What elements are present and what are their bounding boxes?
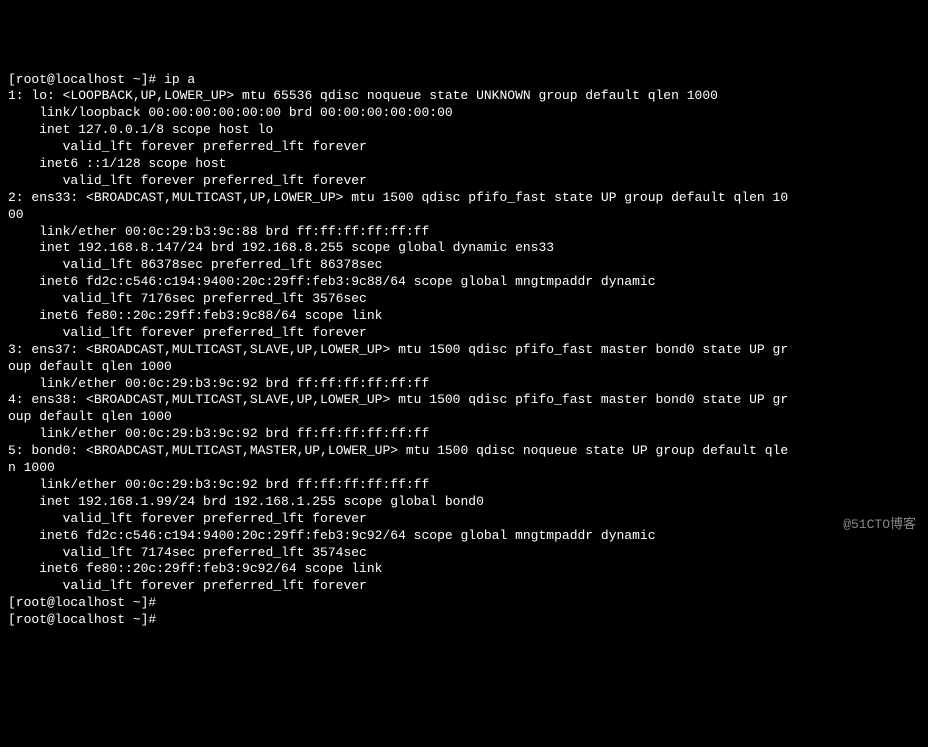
output-line: inet 192.168.8.147/24 brd 192.168.8.255 … — [8, 240, 554, 255]
output-line: link/ether 00:0c:29:b3:9c:88 brd ff:ff:f… — [8, 224, 429, 239]
output-line: valid_lft forever preferred_lft forever — [8, 173, 367, 188]
output-line: inet6 fe80::20c:29ff:feb3:9c92/64 scope … — [8, 561, 382, 576]
output-line: inet6 fd2c:c546:c194:9400:20c:29ff:feb3:… — [8, 274, 656, 289]
output-line: valid_lft 7176sec preferred_lft 3576sec — [8, 291, 367, 306]
output-line: valid_lft forever preferred_lft forever — [8, 139, 367, 154]
shell-prompt-line: [root@localhost ~]# ip a — [8, 72, 195, 87]
output-line: n 1000 — [8, 460, 55, 475]
output-line: inet 127.0.0.1/8 scope host lo — [8, 122, 273, 137]
output-line: inet6 ::1/128 scope host — [8, 156, 226, 171]
terminal-output[interactable]: [root@localhost ~]# ip a 1: lo: <LOOPBAC… — [8, 72, 920, 629]
output-line: oup default qlen 1000 — [8, 359, 172, 374]
output-line: link/ether 00:0c:29:b3:9c:92 brd ff:ff:f… — [8, 376, 429, 391]
output-line: valid_lft forever preferred_lft forever — [8, 325, 367, 340]
output-line: inet6 fe80::20c:29ff:feb3:9c88/64 scope … — [8, 308, 382, 323]
output-line: 3: ens37: <BROADCAST,MULTICAST,SLAVE,UP,… — [8, 342, 788, 357]
output-line: link/loopback 00:00:00:00:00:00 brd 00:0… — [8, 105, 453, 120]
output-line: valid_lft forever preferred_lft forever — [8, 511, 367, 526]
output-line: valid_lft 7174sec preferred_lft 3574sec — [8, 545, 367, 560]
output-line: 4: ens38: <BROADCAST,MULTICAST,SLAVE,UP,… — [8, 392, 788, 407]
shell-prompt-line: [root@localhost ~]# — [8, 612, 156, 627]
output-line: valid_lft forever preferred_lft forever — [8, 578, 367, 593]
output-line: inet 192.168.1.99/24 brd 192.168.1.255 s… — [8, 494, 484, 509]
shell-prompt-line: [root@localhost ~]# — [8, 595, 156, 610]
output-line: link/ether 00:0c:29:b3:9c:92 brd ff:ff:f… — [8, 426, 429, 441]
watermark-text: @51CTO博客 — [843, 517, 916, 534]
output-line: oup default qlen 1000 — [8, 409, 172, 424]
output-line: valid_lft 86378sec preferred_lft 86378se… — [8, 257, 382, 272]
output-line: inet6 fd2c:c546:c194:9400:20c:29ff:feb3:… — [8, 528, 656, 543]
output-line: 1: lo: <LOOPBACK,UP,LOWER_UP> mtu 65536 … — [8, 88, 718, 103]
output-line: 00 — [8, 207, 24, 222]
output-line: 5: bond0: <BROADCAST,MULTICAST,MASTER,UP… — [8, 443, 788, 458]
output-line: link/ether 00:0c:29:b3:9c:92 brd ff:ff:f… — [8, 477, 429, 492]
output-line: 2: ens33: <BROADCAST,MULTICAST,UP,LOWER_… — [8, 190, 788, 205]
